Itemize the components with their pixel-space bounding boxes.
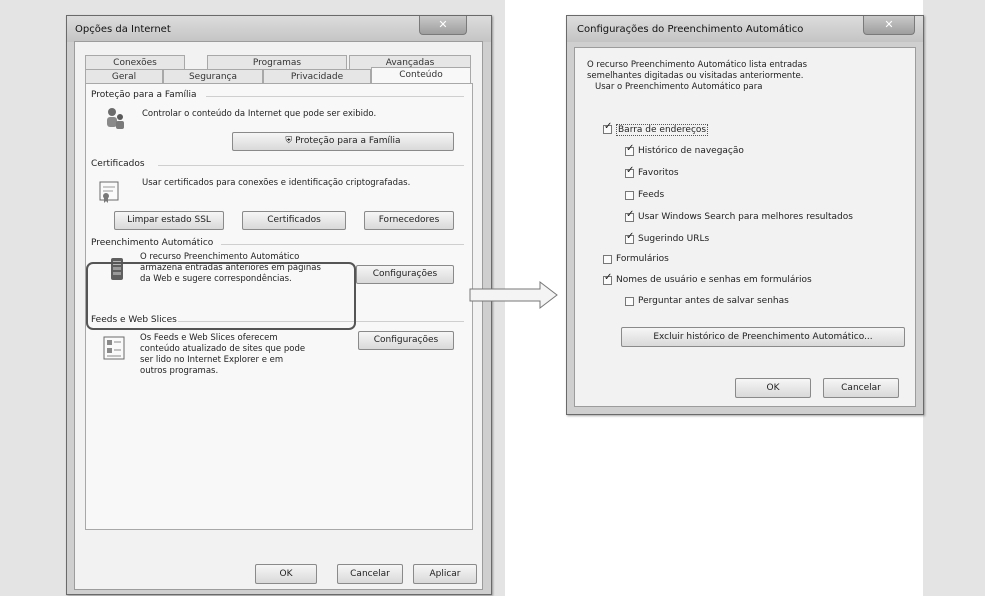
autocomplete-heading: Preenchimento Automático	[91, 238, 214, 248]
family-safety-button[interactable]: ⛨ Proteção para a Família	[232, 132, 454, 151]
autocomplete-settings-window: Configurações do Preenchimento Automátic…	[566, 15, 924, 415]
feeds-settings-button-label: Configurações	[373, 335, 439, 345]
family-safety-heading: Proteção para a Família	[91, 90, 197, 100]
windows-search-checkbox[interactable]: ✓	[625, 209, 635, 222]
cancel-button-label: Cancelar	[841, 383, 881, 393]
certificates-heading: Certificados	[91, 159, 145, 169]
usernames-passwords-label[interactable]: Nomes de usuário e senhas em formulários	[616, 275, 812, 285]
delete-autocomplete-history-button[interactable]: Excluir histórico de Preenchimento Autom…	[621, 327, 905, 347]
description-line: conteúdo atualizado de sites que pode	[140, 344, 306, 354]
clear-ssl-button[interactable]: Limpar estado SSL	[114, 211, 224, 230]
family-safety-description: Controlar o conteúdo da Internet que pod…	[142, 109, 377, 119]
ok-button[interactable]: OK	[735, 378, 811, 398]
intro-line: O recurso Preenchimento Automático lista…	[587, 60, 808, 70]
checkmark-icon: ✓	[626, 165, 635, 176]
history-label[interactable]: Histórico de navegação	[638, 146, 744, 156]
family-safety-button-label: Proteção para a Família	[295, 136, 401, 146]
window-title: Configurações do Preenchimento Automátic…	[577, 24, 804, 35]
publishers-button-label: Fornecedores	[378, 215, 440, 225]
checkmark-icon: ✓	[626, 231, 635, 242]
autocomplete-settings-button[interactable]: Configurações	[356, 265, 454, 284]
tab-label: Programas	[252, 58, 302, 68]
description-line: outros programas.	[140, 366, 219, 376]
autocomplete-settings-button-label: Configurações	[372, 269, 438, 279]
feeds-settings-button[interactable]: Configurações	[358, 331, 454, 350]
delete-history-button-label: Excluir histórico de Preenchimento Autom…	[653, 332, 873, 342]
internet-options-titlebar: Opções da Internet ✕	[67, 16, 491, 42]
publishers-button[interactable]: Fornecedores	[364, 211, 454, 230]
favorites-label[interactable]: Favoritos	[638, 168, 679, 178]
windows-search-label[interactable]: Usar Windows Search para melhores result…	[638, 212, 853, 222]
suggest-urls-label[interactable]: Sugerindo URLs	[638, 234, 709, 244]
close-icon: ✕	[438, 18, 448, 31]
clear-ssl-button-label: Limpar estado SSL	[127, 215, 211, 225]
autocomplete-highlight-box	[86, 262, 356, 330]
checkmark-icon: ✓	[604, 121, 613, 132]
feeds-icon	[102, 335, 126, 361]
ok-button[interactable]: OK	[255, 564, 317, 584]
favorites-checkbox[interactable]: ✓	[625, 165, 635, 178]
divider	[206, 96, 464, 97]
ask-save-passwords-checkbox[interactable]	[625, 297, 634, 306]
autocomplete-settings-titlebar: Configurações do Preenchimento Automátic…	[567, 16, 923, 42]
divider	[158, 165, 464, 166]
tab-conexoes[interactable]: Conexões	[85, 55, 185, 69]
tab-label: Privacidade	[290, 72, 344, 82]
suggest-urls-checkbox[interactable]: ✓	[625, 231, 635, 244]
usernames-passwords-checkbox[interactable]: ✓	[603, 272, 613, 285]
arrow-icon	[469, 280, 558, 310]
tab-programas[interactable]: Programas	[207, 55, 347, 69]
feeds-description: Os Feeds e Web Slices oferecem conteúdo …	[140, 333, 340, 377]
close-button[interactable]: ✕	[863, 16, 915, 35]
apply-button-label: Aplicar	[429, 569, 461, 579]
forms-checkbox[interactable]	[603, 255, 612, 264]
tab-conteudo[interactable]: Conteúdo	[371, 67, 471, 83]
dialog-client-area: O recurso Preenchimento Automático lista…	[574, 47, 916, 407]
forms-label[interactable]: Formulários	[616, 254, 669, 264]
certificate-icon	[98, 180, 120, 204]
checkmark-icon: ✓	[626, 143, 635, 154]
tab-seguranca[interactable]: Segurança	[163, 69, 263, 83]
tab-label: Conteúdo	[399, 70, 443, 80]
tab-geral[interactable]: Geral	[85, 69, 163, 83]
ask-save-passwords-label[interactable]: Perguntar antes de salvar senhas	[638, 296, 789, 306]
address-bar-checkbox[interactable]: ✓	[603, 121, 613, 134]
description-line: ser lido no Internet Explorer e em	[140, 355, 284, 365]
tab-label: Segurança	[188, 72, 238, 82]
intro-line: semelhantes digitadas ou visitadas anter…	[587, 71, 804, 81]
shield-icon: ⛨	[285, 136, 293, 146]
tab-label: Geral	[111, 72, 137, 82]
cancel-button-label: Cancelar	[350, 569, 390, 579]
certificates-button-label: Certificados	[267, 215, 321, 225]
family-safety-icon	[104, 106, 126, 132]
certificates-button[interactable]: Certificados	[242, 211, 346, 230]
cancel-button[interactable]: Cancelar	[823, 378, 899, 398]
close-icon: ✕	[884, 18, 894, 31]
divider	[221, 244, 464, 245]
tab-privacidade[interactable]: Privacidade	[263, 69, 371, 83]
description-line: Os Feeds e Web Slices oferecem	[140, 333, 278, 343]
window-title: Opções da Internet	[75, 24, 171, 35]
feeds-label[interactable]: Feeds	[638, 190, 664, 200]
tab-label: Conexões	[113, 58, 157, 68]
apply-button[interactable]: Aplicar	[413, 564, 477, 584]
cancel-button[interactable]: Cancelar	[337, 564, 403, 584]
address-bar-label[interactable]: Barra de endereços	[616, 124, 709, 136]
ok-button-label: OK	[279, 569, 293, 579]
autocomplete-intro: O recurso Preenchimento Automático lista…	[587, 60, 907, 93]
ok-button-label: OK	[766, 383, 780, 393]
certificates-description: Usar certificados para conexões e identi…	[142, 178, 411, 188]
close-button[interactable]: ✕	[419, 16, 467, 35]
intro-line: Usar o Preenchimento Automático para	[595, 82, 763, 92]
feeds-checkbox[interactable]	[625, 191, 634, 200]
checkmark-icon: ✓	[604, 272, 613, 283]
checkmark-icon: ✓	[626, 209, 635, 220]
history-checkbox[interactable]: ✓	[625, 143, 635, 156]
